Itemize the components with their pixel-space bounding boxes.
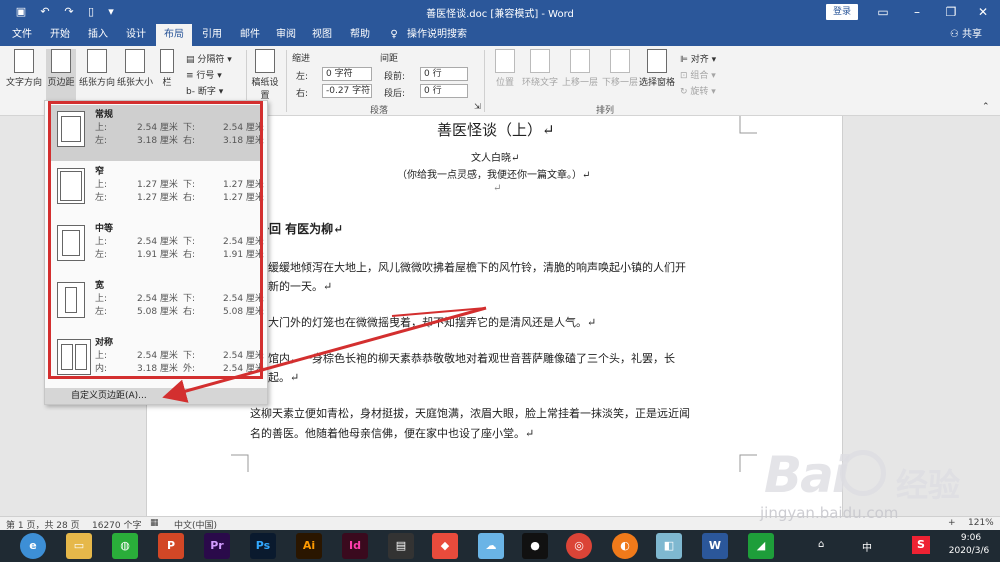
- qq-icon[interactable]: ●: [522, 533, 548, 559]
- media-app-icon[interactable]: ◐: [612, 533, 638, 559]
- assistant-icon[interactable]: ☁: [478, 533, 504, 559]
- wechat-icon[interactable]: ◍: [112, 533, 138, 559]
- app-icon[interactable]: ◆: [432, 533, 458, 559]
- illustrator-icon[interactable]: Ai: [296, 533, 322, 559]
- word-icon[interactable]: W: [702, 533, 728, 559]
- ime-indicator[interactable]: 中: [862, 539, 872, 554]
- powerpoint-icon[interactable]: P: [158, 533, 184, 559]
- video-player-icon[interactable]: ▤: [388, 533, 414, 559]
- proofing-icon[interactable]: ▦: [150, 518, 159, 528]
- network-icon[interactable]: ⌂: [818, 539, 824, 550]
- paw-logo-icon: [840, 450, 886, 496]
- file-explorer-icon[interactable]: ▭: [66, 533, 92, 559]
- watermark-brand-cn: 经验: [896, 466, 961, 504]
- chrome-icon[interactable]: ◎: [566, 533, 592, 559]
- indesign-icon[interactable]: Id: [342, 533, 368, 559]
- browser-360-icon[interactable]: e: [20, 533, 46, 559]
- arrow-to-custom-margins: [162, 306, 487, 403]
- watermark-brand: Bai: [764, 446, 849, 504]
- app-icon[interactable]: ◢: [748, 533, 774, 559]
- watermark-url: jingyan.baidu.com: [760, 504, 899, 522]
- sogou-icon[interactable]: S: [912, 536, 930, 554]
- clock-date[interactable]: 2020/3/6: [940, 546, 998, 556]
- photoshop-icon[interactable]: Ps: [250, 533, 276, 559]
- premiere-icon[interactable]: Pr: [204, 533, 230, 559]
- baidu-watermark: Bai 经验 jingyan.baidu.com: [754, 446, 990, 536]
- app-icon[interactable]: ◧: [656, 533, 682, 559]
